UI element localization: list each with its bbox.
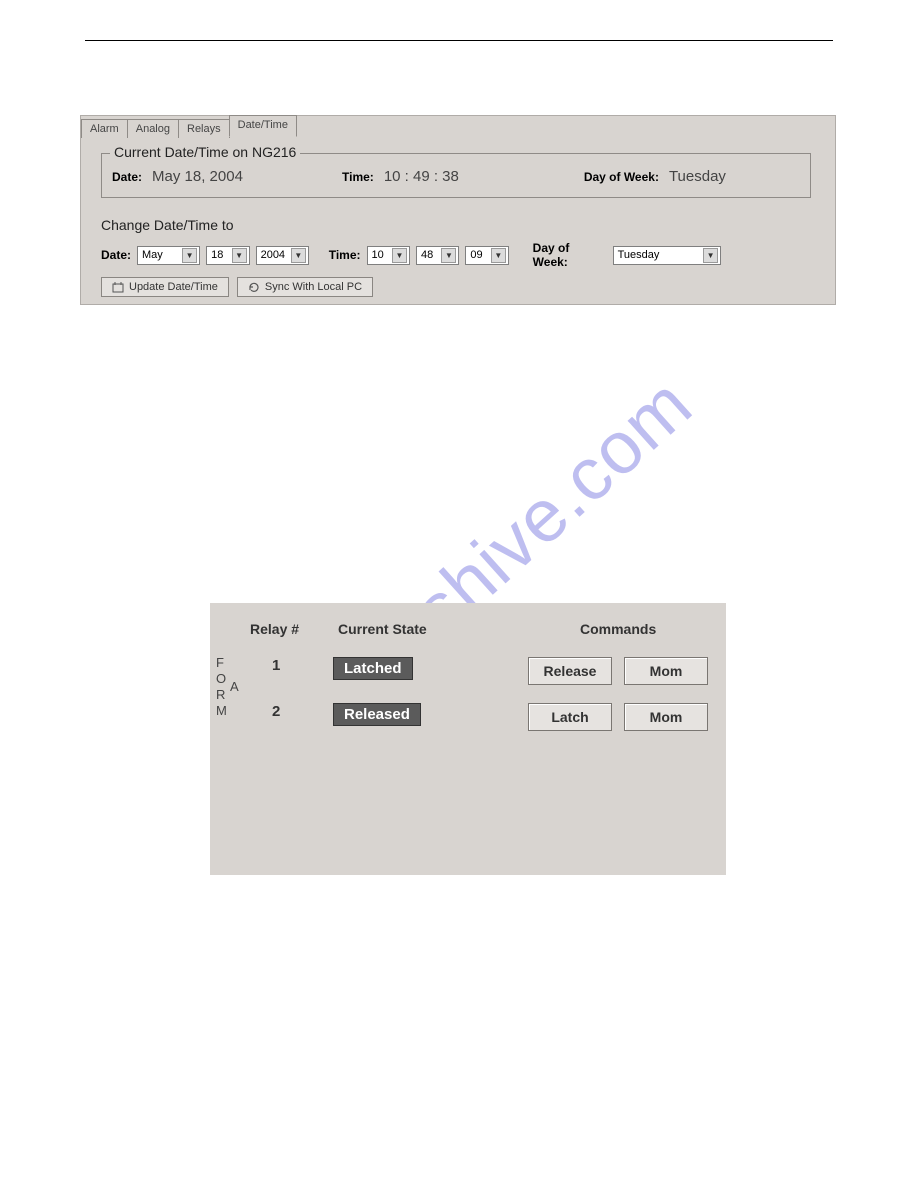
relay-number: 1 xyxy=(272,657,280,674)
label-change-date: Date: xyxy=(101,248,131,262)
datetime-panel: Alarm Analog Relays Date/Time Current Da… xyxy=(80,115,836,305)
form-letter: M xyxy=(216,703,227,719)
update-datetime-label: Update Date/Time xyxy=(129,281,218,293)
header-relay-number: Relay # xyxy=(250,621,299,637)
relay-state-chip: Released xyxy=(333,703,421,726)
label-time: Time: xyxy=(342,170,374,184)
update-icon xyxy=(112,281,124,293)
chevron-down-icon: ▼ xyxy=(392,248,407,263)
label-change-time: Time: xyxy=(329,248,361,262)
dropdown-hour[interactable]: 10 ▼ xyxy=(367,246,410,265)
form-a-label: F O R M A xyxy=(216,655,227,719)
group-change-datetime: Change Date/Time to Date: May ▼ 18 ▼ 200… xyxy=(101,219,721,299)
chevron-down-icon: ▼ xyxy=(441,248,456,263)
dropdown-day[interactable]: 18 ▼ xyxy=(206,246,249,265)
dropdown-month-value: May xyxy=(142,249,179,261)
dropdown-minute-value: 48 xyxy=(421,249,438,261)
group-current-datetime: Current Date/Time on NG216 Date: May 18,… xyxy=(101,153,811,198)
dropdown-dow-value: Tuesday xyxy=(618,249,700,261)
dropdown-month[interactable]: May ▼ xyxy=(137,246,200,265)
group-change-title: Change Date/Time to xyxy=(101,217,234,233)
header-commands: Commands xyxy=(580,621,656,637)
sync-local-pc-button[interactable]: Sync With Local PC xyxy=(237,277,373,297)
release-button[interactable]: Release xyxy=(528,657,612,685)
relays-panel: Relay # Current State Commands F O R M A… xyxy=(210,603,726,875)
dropdown-year[interactable]: 2004 ▼ xyxy=(256,246,309,265)
chevron-down-icon: ▼ xyxy=(491,248,506,263)
form-letter: O xyxy=(216,671,227,687)
chevron-down-icon: ▼ xyxy=(182,248,197,263)
value-time: 10 : 49 : 38 xyxy=(384,168,494,185)
dropdown-dow[interactable]: Tuesday ▼ xyxy=(613,246,721,265)
mom-button[interactable]: Mom xyxy=(624,703,708,731)
mom-button[interactable]: Mom xyxy=(624,657,708,685)
label-change-dow: Day of Week: xyxy=(533,241,607,269)
chevron-down-icon: ▼ xyxy=(703,248,718,263)
chevron-down-icon: ▼ xyxy=(232,248,247,263)
tab-analog[interactable]: Analog xyxy=(127,119,179,138)
form-letter: R xyxy=(216,687,227,703)
dropdown-second[interactable]: 09 ▼ xyxy=(465,246,508,265)
value-dow: Tuesday xyxy=(669,168,726,185)
value-date: May 18, 2004 xyxy=(152,168,282,185)
dropdown-day-value: 18 xyxy=(211,249,228,261)
chevron-down-icon: ▼ xyxy=(291,248,306,263)
dropdown-year-value: 2004 xyxy=(261,249,288,261)
label-dow: Day of Week: xyxy=(584,170,659,184)
update-datetime-button[interactable]: Update Date/Time xyxy=(101,277,229,297)
tab-datetime[interactable]: Date/Time xyxy=(229,115,297,137)
dropdown-hour-value: 10 xyxy=(372,249,389,261)
sync-local-pc-label: Sync With Local PC xyxy=(265,281,362,293)
latch-button[interactable]: Latch xyxy=(528,703,612,731)
tab-alarm[interactable]: Alarm xyxy=(81,119,128,138)
form-letter: F xyxy=(216,655,227,671)
label-date: Date: xyxy=(112,170,142,184)
header-current-state: Current State xyxy=(338,621,427,637)
dropdown-second-value: 09 xyxy=(470,249,487,261)
form-variant: A xyxy=(230,679,239,695)
relay-state-chip: Latched xyxy=(333,657,413,680)
relay-number: 2 xyxy=(272,703,280,720)
sync-icon xyxy=(248,281,260,293)
page-top-rule xyxy=(85,40,833,41)
tab-strip: Alarm Analog Relays Date/Time xyxy=(81,115,296,137)
group-current-title: Current Date/Time on NG216 xyxy=(110,144,300,160)
dropdown-minute[interactable]: 48 ▼ xyxy=(416,246,459,265)
tab-relays[interactable]: Relays xyxy=(178,119,230,138)
